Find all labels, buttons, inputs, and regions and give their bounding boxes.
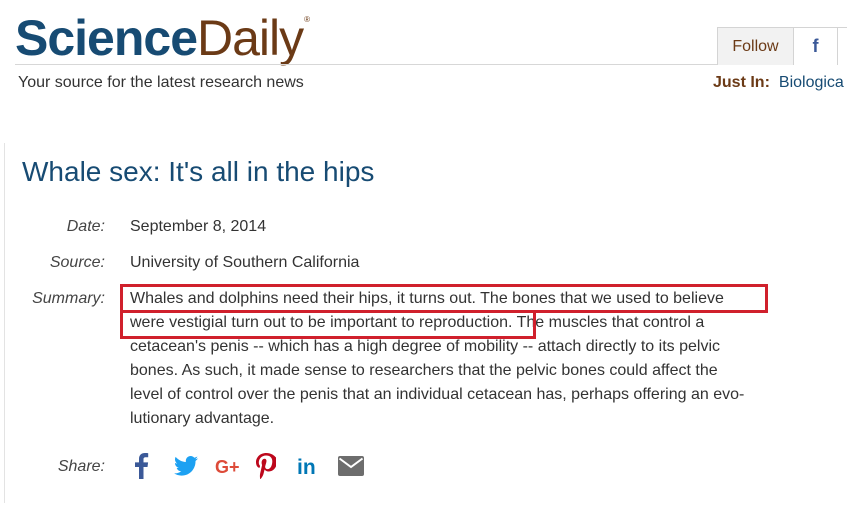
source-label: Source: bbox=[49, 254, 105, 271]
facebook-follow-icon[interactable]: f bbox=[794, 28, 838, 65]
highlight-box bbox=[120, 284, 768, 313]
source-value: University of Southern California bbox=[130, 254, 360, 271]
follow-more-slot[interactable] bbox=[838, 28, 847, 65]
svg-text:in: in bbox=[297, 456, 316, 476]
logo-science-text: Science bbox=[15, 10, 198, 66]
date-value: September 8, 2014 bbox=[130, 218, 267, 235]
email-icon[interactable] bbox=[338, 452, 379, 480]
share-label: Share: bbox=[57, 458, 105, 475]
follow-button[interactable]: Follow bbox=[718, 28, 794, 65]
facebook-icon[interactable] bbox=[133, 452, 174, 480]
registered-mark: ® bbox=[304, 15, 311, 24]
twitter-icon[interactable] bbox=[174, 452, 215, 480]
summary-fragment: The muscles that control a bbox=[512, 314, 705, 331]
summary-label: Summary: bbox=[32, 290, 105, 307]
article-title: Whale sex: It's all in the hips bbox=[22, 156, 375, 187]
logo-daily-text: Daily bbox=[197, 10, 304, 66]
highlight-box bbox=[120, 310, 536, 339]
google-plus-icon[interactable]: G+ bbox=[215, 452, 256, 480]
share-icons: G+ in bbox=[133, 452, 379, 480]
svg-text:G+: G+ bbox=[215, 457, 240, 475]
site-tagline: Your source for the latest research news bbox=[18, 74, 304, 91]
summary-line: level of control over the penis that an … bbox=[130, 386, 745, 403]
linkedin-icon[interactable]: in bbox=[297, 452, 338, 480]
summary-line: lutionary advantage. bbox=[130, 410, 275, 427]
just-in-link[interactable]: Biologica bbox=[779, 74, 844, 91]
just-in-ticker: Just In: Biologica bbox=[713, 74, 844, 92]
follow-bar: Follow f bbox=[717, 27, 847, 65]
just-in-label: Just In: bbox=[713, 74, 770, 91]
site-logo[interactable]: ScienceDaily® bbox=[15, 8, 311, 83]
content-left-border bbox=[4, 143, 5, 503]
summary-line: bones. As such, it made sense to researc… bbox=[130, 362, 718, 379]
pinterest-icon[interactable] bbox=[256, 452, 297, 480]
date-label: Date: bbox=[66, 218, 105, 235]
